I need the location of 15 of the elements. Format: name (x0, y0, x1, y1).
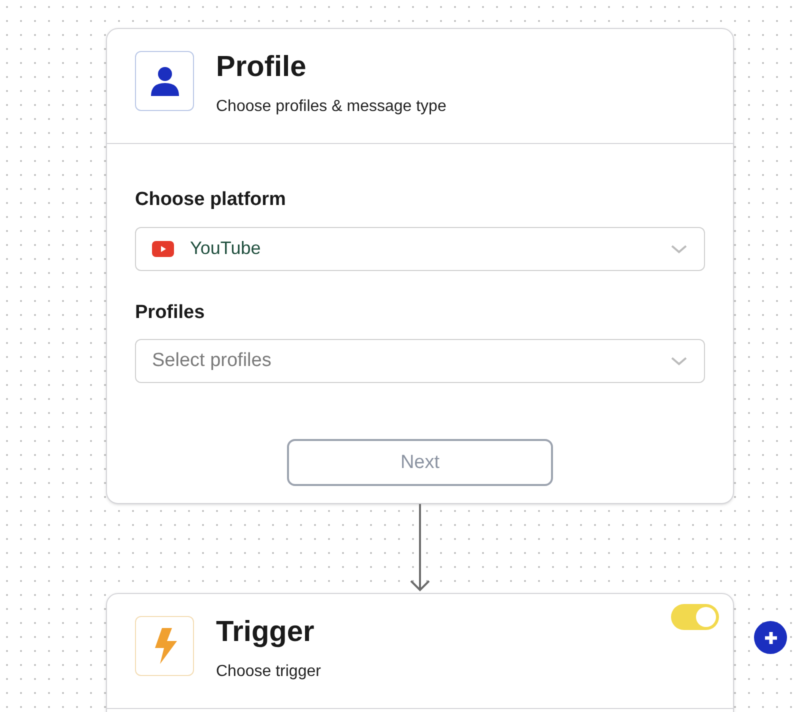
next-button[interactable]: Next (287, 439, 553, 486)
field-label: Profiles (135, 300, 206, 325)
card-title: Profile (216, 50, 308, 85)
chevron-down-icon (670, 244, 688, 254)
card-subtitle: Choose trigger (216, 662, 321, 682)
toggle-switch[interactable] (671, 604, 719, 630)
chevron-down-icon (670, 356, 688, 366)
card-subtitle: Choose profiles & message type (216, 97, 446, 118)
play-logo-icon (152, 240, 174, 257)
dropdown-field[interactable]: YouTube (135, 226, 705, 271)
person-icon (150, 66, 178, 96)
field-label: Choose platform (135, 188, 287, 212)
dropdown-field[interactable]: Select profiles (135, 339, 705, 384)
card-title: Trigger (216, 615, 316, 650)
add-icon[interactable] (754, 621, 787, 654)
